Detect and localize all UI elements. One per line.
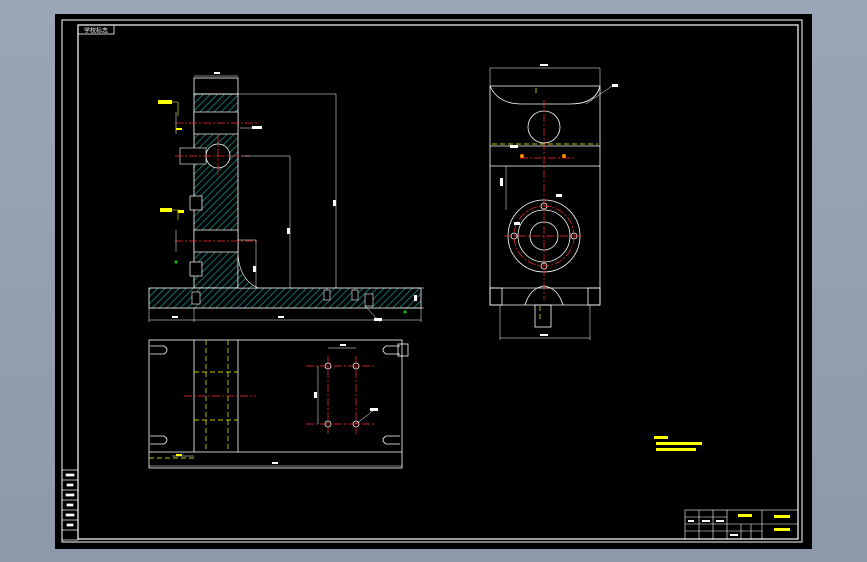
sheet-code-label: 学校标志 bbox=[84, 27, 108, 35]
drawing-canvas[interactable]: 学校标志 bbox=[0, 0, 867, 562]
model-space bbox=[55, 14, 812, 549]
cad-viewport[interactable]: 学校标志 bbox=[0, 0, 867, 562]
base-plate-section bbox=[148, 287, 422, 309]
